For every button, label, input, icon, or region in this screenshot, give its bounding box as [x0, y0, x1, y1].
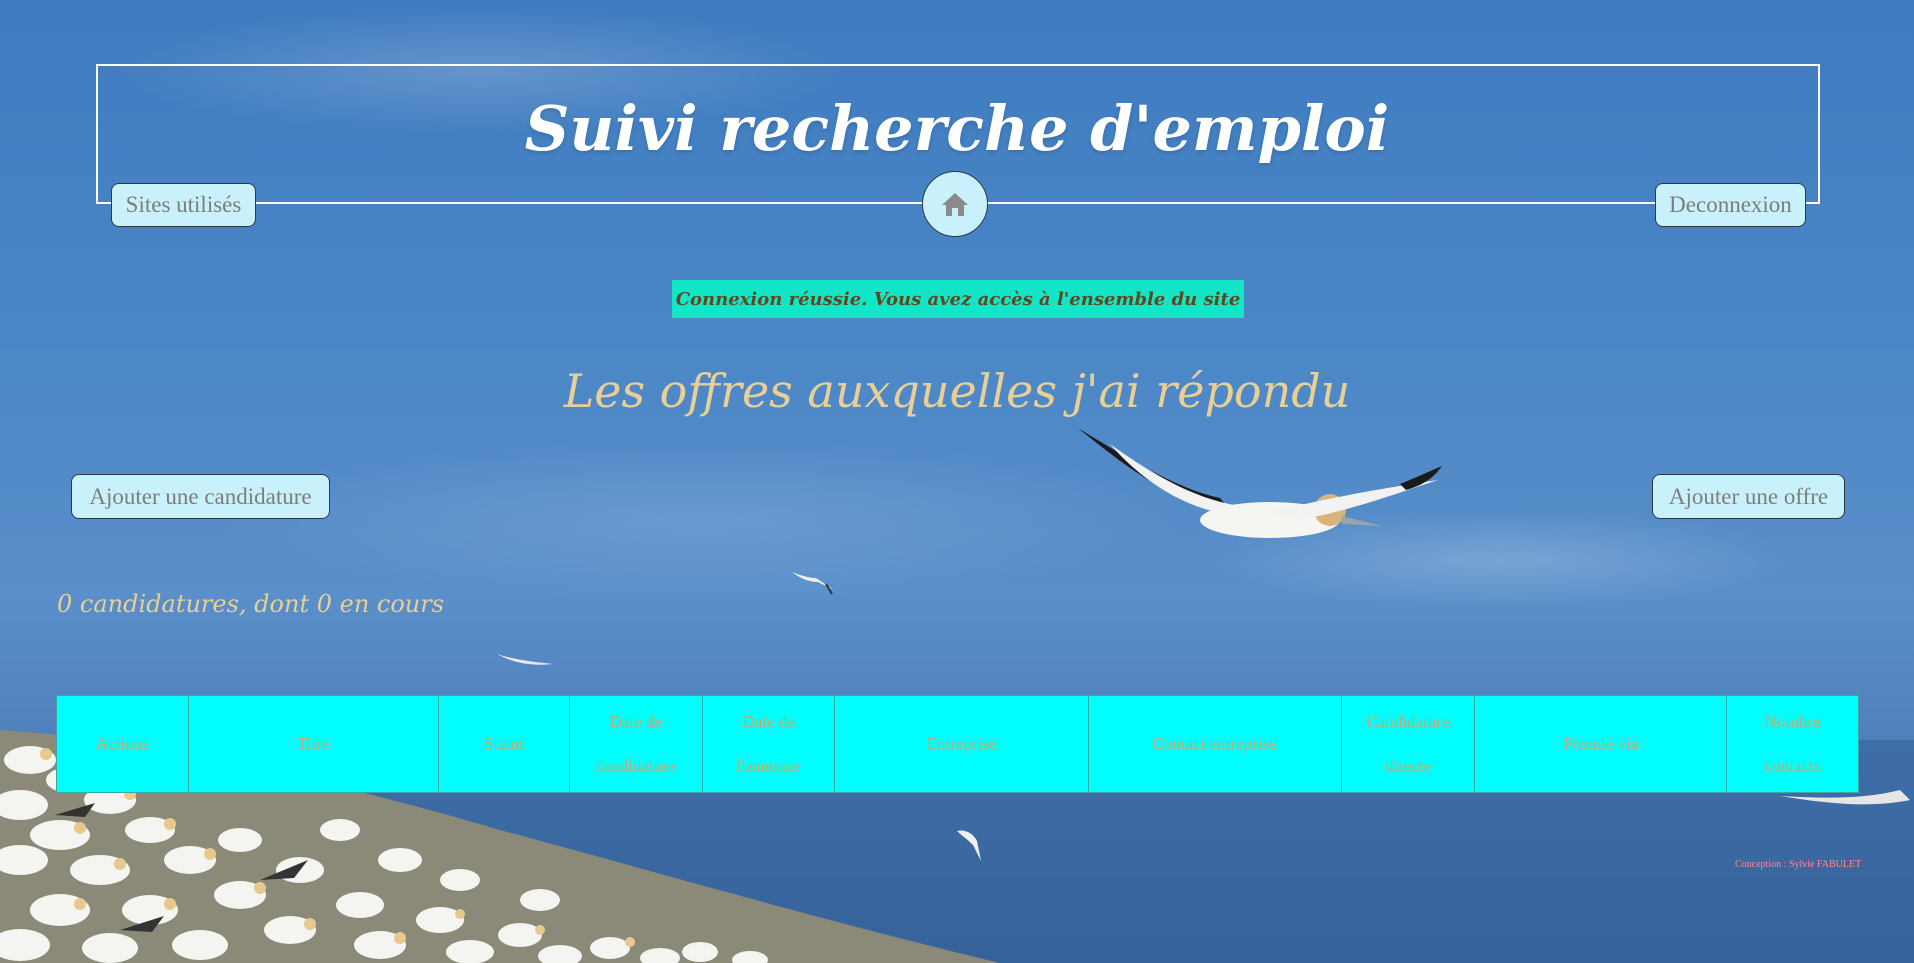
- flash-message-text: Connexion réussie. Vous avez accès à l'e…: [675, 288, 1241, 310]
- column-header[interactable]: Actions: [56, 695, 189, 793]
- add-application-label: Ajouter une candidature: [89, 483, 312, 509]
- nav-sites-button[interactable]: Sites utilisés: [111, 183, 256, 227]
- column-header-text: Contact entreprise: [1152, 734, 1277, 753]
- column-header-text: Statut: [483, 734, 524, 753]
- section-title: Les offres auxquelles j'ai répondu: [563, 364, 1351, 418]
- column-header-text: Titre: [297, 734, 330, 753]
- column-header[interactable]: Postulé via: [1474, 695, 1728, 793]
- applications-summary: 0 candidatures, dont 0 en cours: [57, 590, 445, 618]
- column-header-text: contacts: [1764, 756, 1821, 775]
- small-bird-image: [792, 572, 834, 595]
- column-header[interactable]: Titre: [187, 695, 440, 793]
- small-bird-image: [497, 654, 553, 665]
- column-header[interactable]: Nombre contacts: [1726, 695, 1859, 793]
- column-header-text: Postulé via: [1563, 734, 1639, 753]
- applications-table: Actions Titre Statut Date de candidature …: [56, 695, 1859, 793]
- column-header-text: Candidature: [1366, 712, 1450, 731]
- flash-message: Connexion réussie. Vous avez accès à l'e…: [672, 280, 1244, 318]
- add-offer-label: Ajouter une offre: [1668, 483, 1829, 509]
- column-header-text: l'annonce: [736, 756, 801, 775]
- column-header[interactable]: Entreprise: [834, 695, 1089, 793]
- column-header[interactable]: Statut: [438, 695, 570, 793]
- small-bird-image: [957, 830, 981, 861]
- column-header-text: Date de: [609, 712, 662, 731]
- column-header-text: Date de: [742, 712, 795, 731]
- flying-gannet-image: [1078, 428, 1442, 538]
- home-icon: [942, 193, 968, 216]
- add-offer-button[interactable]: Ajouter une offre: [1652, 474, 1845, 519]
- column-header[interactable]: Date de l'annonce: [702, 695, 836, 793]
- column-header-text: Nombre: [1764, 712, 1821, 731]
- column-header-text: directe: [1384, 756, 1432, 775]
- column-header[interactable]: Candidature directe: [1340, 695, 1476, 793]
- column-header-text: Entreprise: [926, 734, 997, 753]
- home-button[interactable]: [922, 171, 988, 237]
- footer-credit: Conception : Sylvie FABULET: [1735, 859, 1862, 870]
- logout-label: Deconnexion: [1669, 192, 1792, 217]
- column-header-text: Actions: [95, 734, 149, 753]
- add-application-button[interactable]: Ajouter une candidature: [71, 474, 330, 519]
- column-header[interactable]: Date de candidature: [568, 695, 704, 793]
- nav-sites-label: Sites utilisés: [125, 192, 242, 217]
- column-header-text: candidature: [596, 756, 676, 775]
- table-header-row: Actions Titre Statut Date de candidature …: [56, 695, 1859, 793]
- logout-button[interactable]: Deconnexion: [1655, 183, 1806, 227]
- column-header[interactable]: Contact entreprise: [1087, 695, 1342, 793]
- page-title: Suivi recherche d'emploi: [524, 92, 1390, 165]
